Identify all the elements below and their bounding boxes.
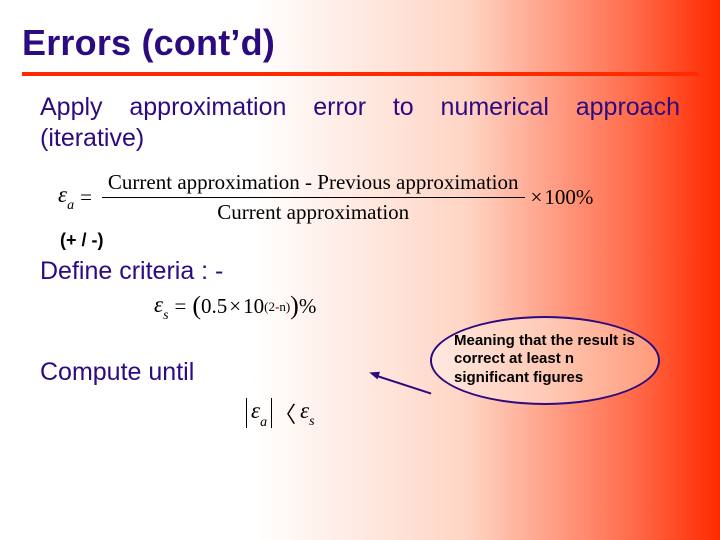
define-label: Define criteria : - bbox=[0, 257, 223, 286]
eq2-open-paren: ( bbox=[192, 291, 201, 321]
eq1-denominator: Current approximation bbox=[211, 199, 415, 226]
eq2-equals: = bbox=[175, 294, 187, 319]
intro-text: Apply approximation error to numerical a… bbox=[0, 76, 720, 155]
eq3-abs-ea: εa bbox=[246, 398, 272, 428]
eq1-tail: 100% bbox=[544, 185, 593, 210]
eq2-times: × bbox=[229, 294, 241, 319]
eq2-tail: % bbox=[299, 294, 317, 319]
equation-epsilon-s: εs = ( 0.5 × 10 (2-n) ) % bbox=[154, 292, 720, 323]
eq2-close-paren: ) bbox=[290, 291, 299, 321]
eq1-lhs: εa bbox=[58, 182, 74, 213]
equation-epsilon-a: εa = Current approximation - Previous ap… bbox=[58, 169, 680, 239]
eq2-base: 10 bbox=[243, 294, 264, 319]
define-row: Define criteria : - bbox=[0, 257, 720, 286]
eq2-lhs: εs bbox=[154, 292, 169, 323]
eq2-coeff: 0.5 bbox=[201, 294, 227, 319]
eq3-es: εs bbox=[300, 398, 315, 429]
page-title: Errors (cont’d) bbox=[22, 22, 720, 64]
eq1-times: × bbox=[531, 185, 543, 210]
eq1-equals: = bbox=[80, 185, 92, 210]
plus-minus-note: (+ / -) bbox=[60, 230, 680, 251]
callout-text: Meaning that the result is correct at le… bbox=[454, 332, 635, 386]
eq1-numerator: Current approximation - Previous approxi… bbox=[102, 169, 525, 196]
eq1-row: εa = Current approximation - Previous ap… bbox=[58, 169, 680, 226]
eq1-fraction: Current approximation - Previous approxi… bbox=[102, 169, 525, 226]
eq3-angle-bracket: 〈 bbox=[274, 397, 296, 429]
equation-stop-criterion: εa 〈 εs bbox=[246, 397, 720, 429]
eq1-fraction-bar bbox=[102, 197, 525, 198]
title-block: Errors (cont’d) bbox=[0, 0, 720, 64]
callout-bubble: Meaning that the result is correct at le… bbox=[430, 316, 660, 405]
eq2-exponent: (2-n) bbox=[264, 299, 290, 315]
